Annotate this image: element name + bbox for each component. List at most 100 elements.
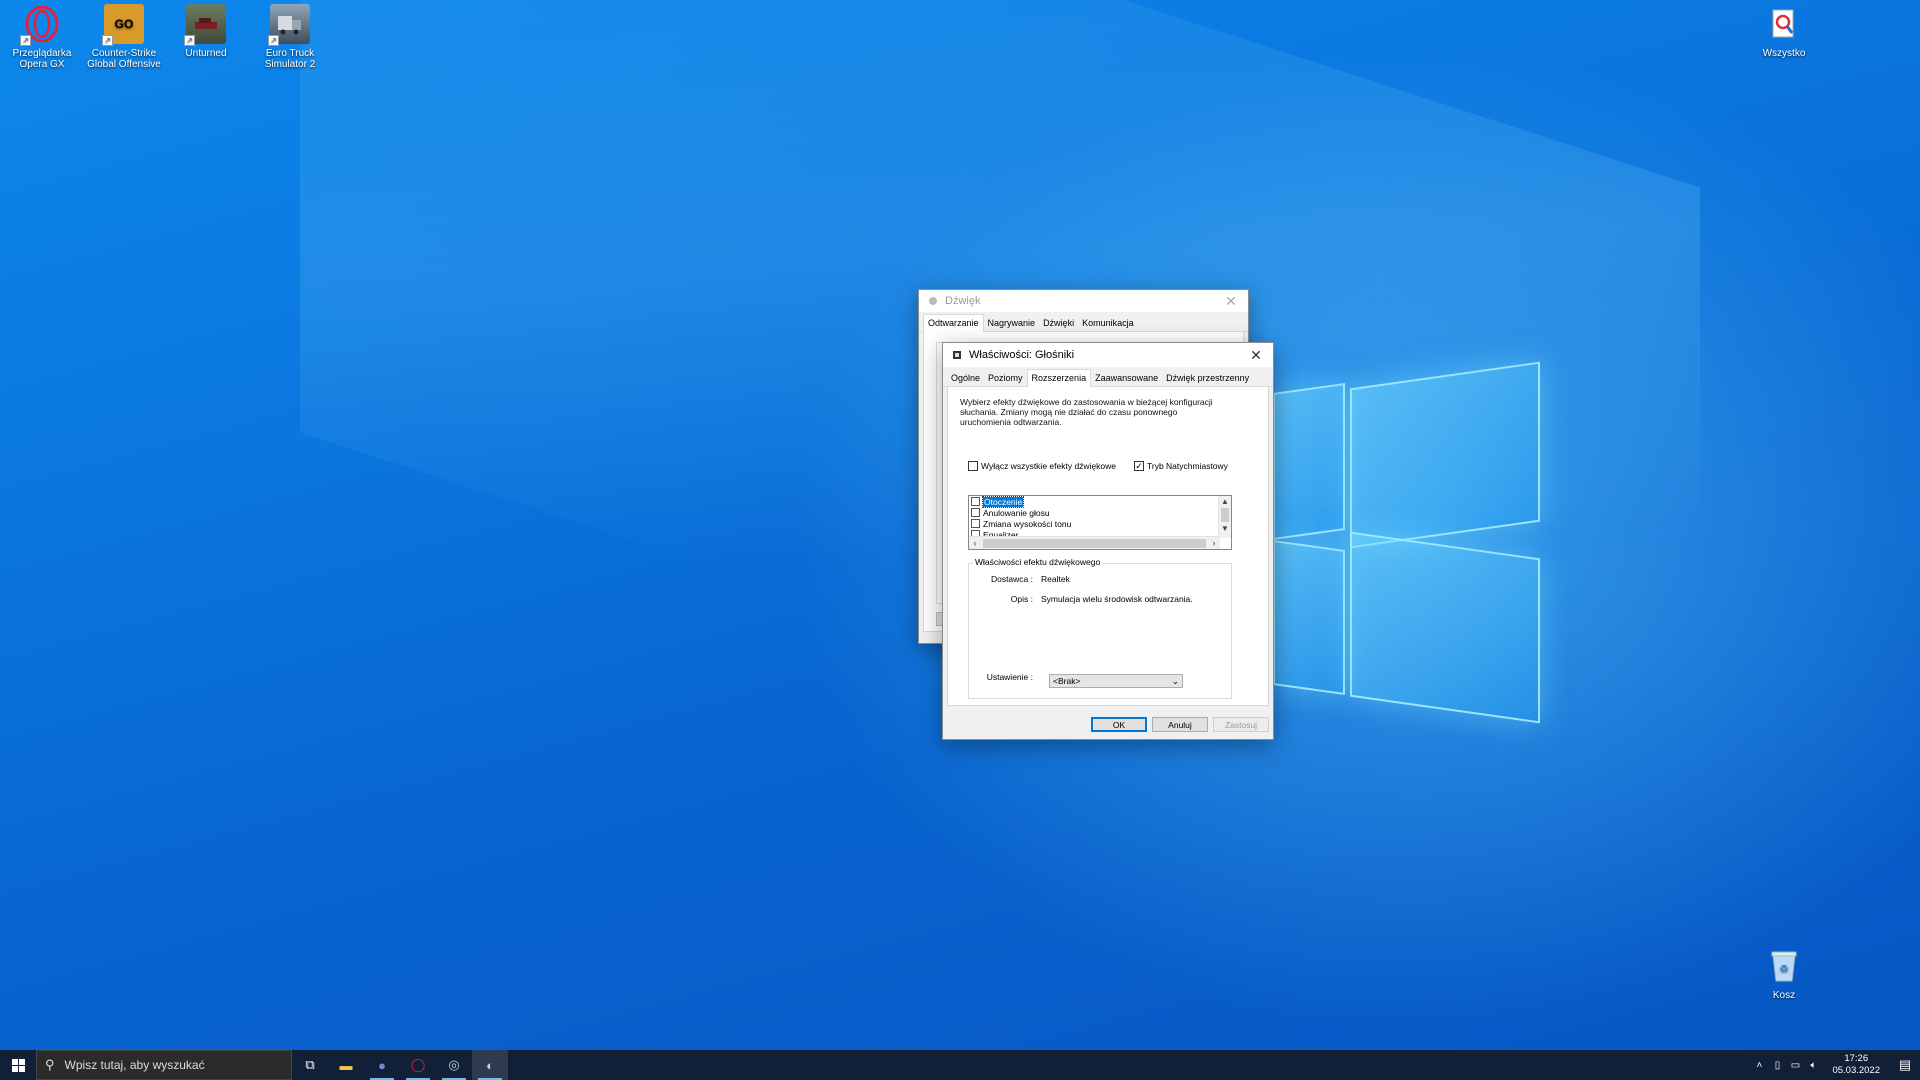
ets2-icon: ↗	[268, 4, 310, 46]
setting-key: Ustawienie :	[986, 672, 1033, 682]
shortcut-arrow-icon: ↗	[102, 35, 113, 46]
opera-gx-button[interactable]: ◯	[400, 1050, 436, 1080]
file-explorer-button[interactable]: ▬	[328, 1050, 364, 1080]
unturned-icon: ↗	[184, 4, 226, 46]
task-view-button[interactable]: ⧉	[292, 1050, 328, 1080]
group-title: Właściwości efektu dźwiękowego	[973, 557, 1103, 567]
close-icon[interactable]: ✕	[1239, 343, 1273, 367]
file-explorer-icon: ▬	[339, 1057, 353, 1073]
opera-gx-icon: ◯	[410, 1057, 426, 1072]
checkbox-box[interactable]: ✓	[1134, 461, 1144, 471]
list-item[interactable]: Otoczenie	[969, 496, 1231, 508]
desktop-icon-label: Kosz	[1772, 990, 1796, 1001]
tab-spatial-sound[interactable]: Dźwięk przestrzenny	[1162, 370, 1253, 386]
setting-dropdown[interactable]: <Brak> ⌄	[1049, 674, 1183, 688]
shortcut-arrow-icon: ↗	[184, 35, 195, 46]
csgo-badge-text: GO	[114, 16, 134, 31]
speaker-properties-icon	[951, 349, 963, 361]
properties-titlebar[interactable]: Właściwości: Głośniki ✕	[943, 343, 1273, 367]
chevron-down-icon[interactable]: ▼	[1219, 523, 1231, 534]
windows-logo-pane	[1273, 539, 1345, 696]
vertical-scrollbar[interactable]: ▲ ▼	[1218, 496, 1231, 538]
apply-button[interactable]: Zastosuj	[1213, 717, 1269, 732]
effect-properties-group: Właściwości efektu dźwiękowego Dostawca …	[968, 557, 1232, 699]
enhancements-description: Wybierz efekty dźwiękowe do zastosowania…	[960, 397, 1213, 427]
desktop-icon-csgo[interactable]: GO ↗ Counter-Strike Global Offensive	[84, 2, 164, 70]
search-icon: ⚲	[45, 1057, 55, 1072]
system-tray: ˄ ▯ ▭ 🔈︎ 17:26 05.03.2022 ▤	[1750, 1050, 1920, 1080]
provider-key: Dostawca :	[990, 574, 1033, 584]
desktop-icon-recycle-bin[interactable]: ♻ Kosz	[1744, 944, 1824, 1001]
properties-tabs: Ogólne Poziomy Rozszerzenia Zaawansowane…	[943, 367, 1273, 387]
task-view-icon: ⧉	[305, 1057, 315, 1072]
cancel-button[interactable]: Anuluj	[1152, 717, 1208, 732]
speaker-properties-window[interactable]: Właściwości: Głośniki ✕ Ogólne Poziomy R…	[942, 342, 1274, 740]
scrollbar-thumb[interactable]	[983, 538, 1206, 548]
tab-advanced[interactable]: Zaawansowane	[1091, 370, 1162, 386]
checkbox-box[interactable]	[971, 519, 980, 528]
steam-button[interactable]: ◎	[436, 1050, 472, 1080]
desktop-icon-everything[interactable]: Wszystko	[1744, 2, 1824, 59]
tab-general[interactable]: Ogólne	[947, 370, 984, 386]
properties-title: Właściwości: Głośniki	[969, 349, 1075, 361]
horizontal-scrollbar[interactable]: ‹ ›	[969, 536, 1220, 549]
dialog-button-bar: OK Anuluj Zastosuj	[943, 711, 1273, 739]
checkbox-label: Tryb Natychmiastowy	[1147, 461, 1228, 471]
desktop-icon-ets2[interactable]: ↗ Euro Truck Simulator 2	[250, 2, 330, 70]
desktop-icon-label: Wszystko	[1762, 48, 1806, 59]
clock[interactable]: 17:26 05.03.2022	[1822, 1053, 1890, 1077]
disable-all-effects-checkbox[interactable]: Wyłącz wszystkie efekty dźwiękowe	[968, 461, 1116, 471]
desktop-icon-label: Euro Truck Simulator 2	[264, 48, 316, 70]
chevron-left-icon[interactable]: ‹	[969, 538, 981, 548]
everything-search-icon	[1764, 4, 1804, 44]
sound-settings-button[interactable]: ◐	[472, 1050, 508, 1080]
tab-sounds[interactable]: Dźwięki	[1039, 315, 1078, 331]
clock-time: 17:26	[1844, 1053, 1869, 1064]
battery-icon[interactable]: ▯	[1768, 1060, 1786, 1071]
volume-icon[interactable]: 🔈︎	[1804, 1060, 1822, 1071]
search-placeholder: Wpisz tutaj, aby wyszukać	[64, 1058, 205, 1072]
tab-enhancements[interactable]: Rozszerzenia	[1026, 369, 1092, 387]
tab-communications[interactable]: Komunikacja	[1078, 315, 1138, 331]
sound-window-titlebar[interactable]: Dźwięk ✕	[919, 290, 1248, 312]
description-value: Symulacja wielu środowisk odtwarzania.	[1041, 594, 1193, 604]
checkbox-box[interactable]	[971, 508, 980, 517]
notification-center-icon[interactable]: ▤	[1890, 1057, 1920, 1073]
clock-date: 05.03.2022	[1832, 1065, 1880, 1076]
desktop-icon-opera-gx[interactable]: ↗ Przeglądarka Opera GX	[2, 2, 82, 70]
recycle-bin-icon: ♻	[1764, 946, 1804, 986]
chevron-up-icon[interactable]: ˄	[1750, 1060, 1768, 1071]
taskbar: ⚲ Wpisz tutaj, aby wyszukać ⧉ ▬ ● ◯ ◎ ◐ …	[0, 1050, 1920, 1080]
tab-recording[interactable]: Nagrywanie	[984, 315, 1040, 331]
windows-start-icon	[11, 1058, 25, 1072]
checkbox-label: Wyłącz wszystkie efekty dźwiękowe	[981, 461, 1117, 471]
start-button[interactable]	[0, 1050, 36, 1080]
windows-logo-pane	[1350, 531, 1540, 724]
chevron-right-icon[interactable]: ›	[1208, 538, 1220, 548]
scrollbar-thumb[interactable]	[1221, 508, 1229, 522]
csgo-icon: GO ↗	[102, 4, 144, 46]
checkbox-box[interactable]	[971, 497, 980, 506]
desktop-icon-unturned[interactable]: ↗ Unturned	[166, 2, 246, 59]
taskbar-search[interactable]: ⚲ Wpisz tutaj, aby wyszukać	[36, 1050, 292, 1080]
chevron-up-icon[interactable]: ▲	[1219, 496, 1231, 507]
discord-button[interactable]: ●	[364, 1050, 400, 1080]
network-icon[interactable]: ▭	[1786, 1060, 1804, 1071]
ok-button[interactable]: OK	[1091, 717, 1147, 732]
provider-row: Dostawca : Realtek	[969, 574, 1070, 584]
instant-mode-checkbox[interactable]: ✓ Tryb Natychmiastowy	[1134, 461, 1228, 471]
close-icon[interactable]: ✕	[1214, 290, 1248, 312]
tab-levels[interactable]: Poziomy	[984, 370, 1027, 386]
opera-gx-icon: ↗	[20, 4, 62, 46]
tab-playback[interactable]: Odtwarzanie	[923, 314, 984, 332]
windows-logo-pane	[1273, 382, 1345, 541]
effects-list[interactable]: Otoczenie Anulowanie głosu Zmiana wysoko…	[968, 495, 1232, 550]
sound-window-tabs: Odtwarzanie Nagrywanie Dźwięki Komunikac…	[919, 312, 1248, 332]
setting-value: <Brak>	[1053, 676, 1081, 686]
checkbox-box[interactable]	[968, 461, 978, 471]
effect-label: Anulowanie głosu	[983, 507, 1050, 518]
list-item[interactable]: Anulowanie głosu	[969, 507, 1231, 518]
chevron-down-icon: ⌄	[1171, 675, 1179, 686]
list-item[interactable]: Zmiana wysokości tonu	[969, 518, 1231, 529]
provider-value: Realtek	[1041, 574, 1070, 584]
